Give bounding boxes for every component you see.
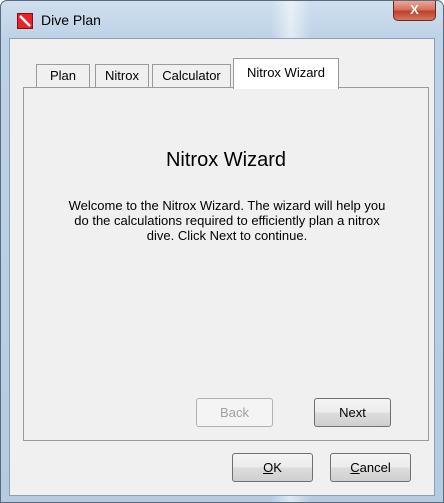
cancel-mnemonic: C bbox=[350, 460, 360, 475]
app-logo-icon[interactable] bbox=[17, 13, 33, 29]
cancel-button[interactable]: Cancel bbox=[330, 453, 411, 482]
dive-plan-window: Dive Plan X Plan Nitrox Calculator Nitro… bbox=[0, 0, 444, 503]
next-button[interactable]: Next bbox=[314, 398, 391, 427]
tab-plan[interactable]: Plan bbox=[36, 64, 90, 88]
tab-nitrox[interactable]: Nitrox bbox=[95, 64, 149, 88]
close-button[interactable]: X bbox=[393, 1, 436, 21]
ok-button[interactable]: OK bbox=[232, 453, 313, 482]
wizard-heading: Nitrox Wizard bbox=[165, 149, 286, 171]
wizard-description: Welcome to the Nitrox Wizard. The wizard… bbox=[68, 198, 386, 243]
tab-nitrox-wizard[interactable]: Nitrox Wizard bbox=[233, 58, 339, 89]
tab-calculator[interactable]: Calculator bbox=[152, 64, 231, 88]
back-button[interactable]: Back bbox=[196, 398, 273, 427]
nitrox-wizard-panel: Nitrox Wizard Welcome to the Nitrox Wiza… bbox=[23, 87, 429, 441]
cancel-label: ancel bbox=[359, 460, 391, 475]
window-title: Dive Plan bbox=[41, 12, 101, 28]
ok-label: K bbox=[273, 460, 282, 475]
close-icon: X bbox=[410, 2, 419, 17]
ok-mnemonic: O bbox=[263, 460, 274, 475]
title-bar[interactable]: Dive Plan X bbox=[1, 1, 443, 37]
